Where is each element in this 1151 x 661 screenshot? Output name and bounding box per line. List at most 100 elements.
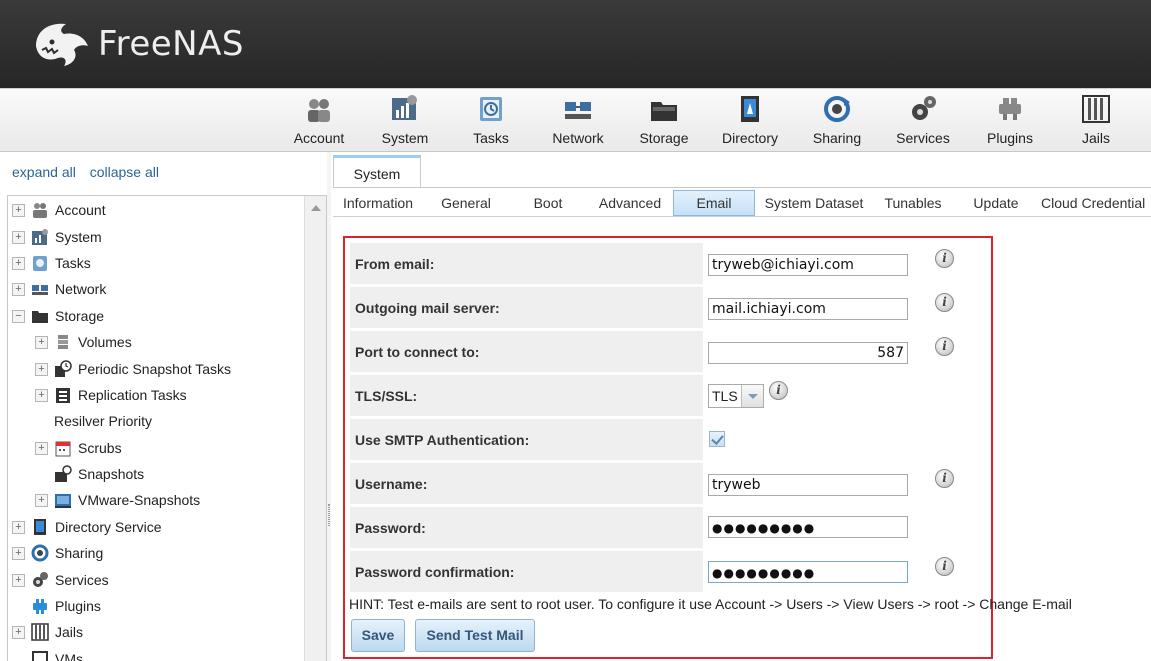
expand-toggle[interactable]: + (35, 493, 48, 507)
tls-label: TLS/SSL: (355, 388, 418, 404)
save-button[interactable]: Save (351, 619, 405, 652)
send-test-mail-button[interactable]: Send Test Mail (415, 619, 535, 652)
toolbar-label: Storage (639, 130, 689, 146)
mail-server-field[interactable]: mail.ichiayi.com (708, 298, 908, 320)
sharing-icon (31, 544, 49, 562)
tree-item-system[interactable]: + System (12, 226, 102, 248)
toolbar-label: Directory (721, 130, 778, 146)
toolbar-system[interactable]: System (362, 94, 448, 146)
collapse-all-link[interactable]: collapse all (90, 164, 159, 180)
expand-toggle[interactable]: + (12, 573, 25, 587)
tls-select[interactable]: TLS (708, 384, 764, 408)
toolbar-plugins[interactable]: Plugins (967, 94, 1053, 146)
username-field[interactable]: tryweb (708, 474, 908, 496)
replication-icon (56, 388, 70, 403)
port-field[interactable]: 587 (708, 342, 908, 364)
tree-item-directory-service[interactable]: + Directory Service (12, 516, 162, 538)
tree-item-plugins[interactable]: Plugins (12, 595, 101, 617)
services-icon (912, 96, 936, 120)
toolbar-tasks[interactable]: Tasks (448, 94, 534, 146)
header-bar: FreeNAS (0, 0, 1151, 88)
toolbar-label: Account (293, 130, 345, 146)
vms-icon (32, 651, 48, 661)
network-icon (565, 102, 591, 119)
volumes-icon (58, 335, 68, 349)
snapshots-icon (55, 465, 72, 482)
smtp-auth-checkbox[interactable] (709, 431, 725, 447)
tasks-icon (33, 256, 47, 271)
tree-item-label: Resilver Priority (54, 413, 153, 429)
expand-toggle[interactable]: + (12, 282, 25, 296)
tab-system[interactable]: System (333, 155, 421, 188)
subtab-cloud-credential[interactable]: Cloud Credential (1041, 190, 1151, 216)
scroll-up-icon[interactable] (311, 205, 321, 211)
toolbar-label: Jails (1081, 130, 1110, 146)
toolbar-directory[interactable]: Directory (707, 94, 793, 146)
password-confirm-field[interactable]: ●●●●●●●●● (708, 561, 908, 583)
password-label: Password: (355, 520, 426, 536)
collapse-toggle[interactable]: − (12, 309, 25, 323)
expand-all-link[interactable]: expand all (12, 164, 76, 180)
tls-selected-value: TLS (712, 388, 738, 404)
info-icon[interactable]: i (935, 249, 954, 268)
info-icon[interactable]: i (769, 381, 788, 400)
chevron-down-icon[interactable] (741, 385, 763, 407)
expand-toggle[interactable]: + (12, 520, 25, 534)
subtab-system-dataset[interactable]: System Dataset (759, 190, 869, 216)
tree-item-label: Scrubs (78, 440, 122, 456)
subtab-information[interactable]: Information (337, 190, 419, 216)
tree-item-label: Account (55, 202, 106, 218)
expand-toggle[interactable]: + (12, 256, 25, 270)
username-label: Username: (355, 476, 428, 492)
tree-item-sharing[interactable]: + Sharing (12, 542, 103, 564)
toolbar-label: Plugins (987, 130, 1033, 146)
tree-item-replication-tasks[interactable]: + Replication Tasks (35, 384, 187, 406)
tree-item-label: Replication Tasks (78, 387, 187, 403)
tree-item-vmware-snapshots[interactable]: + VMware-Snapshots (35, 489, 200, 511)
expand-toggle[interactable]: + (35, 335, 48, 349)
tree-item-vms[interactable]: VMs (12, 648, 83, 661)
tree-item-jails[interactable]: + Jails (12, 621, 83, 643)
toolbar-services[interactable]: Services (880, 94, 966, 146)
expand-toggle[interactable]: + (35, 362, 48, 376)
tree-item-resilver-priority[interactable]: Resilver Priority (35, 410, 152, 432)
expand-toggle[interactable]: + (12, 230, 25, 244)
info-icon[interactable]: i (935, 293, 954, 312)
tree-item-network[interactable]: + Network (12, 278, 106, 300)
tree-item-volumes[interactable]: + Volumes (35, 331, 132, 353)
toolbar-jails[interactable]: Jails (1053, 94, 1139, 146)
tree-item-storage[interactable]: − Storage (12, 305, 104, 327)
subtab-tunables[interactable]: Tunables (881, 190, 945, 216)
subtab-boot[interactable]: Boot (523, 190, 573, 216)
toolbar-storage[interactable]: Storage (621, 94, 707, 146)
toolbar-account[interactable]: Account (276, 94, 362, 146)
info-icon[interactable]: i (935, 557, 954, 576)
toolbar-sharing[interactable]: Sharing (794, 94, 880, 146)
from-email-field[interactable]: tryweb@ichiayi.com (708, 254, 908, 276)
expand-toggle[interactable]: + (35, 388, 48, 402)
subtab-update[interactable]: Update (967, 190, 1025, 216)
subtab-email[interactable]: Email (673, 190, 755, 216)
splitter-grip-icon[interactable] (328, 504, 330, 526)
tree-scrollbar[interactable] (304, 196, 326, 661)
tree-item-services[interactable]: + Services (12, 569, 109, 591)
password-field[interactable]: ●●●●●●●●● (708, 516, 908, 538)
info-icon[interactable]: i (935, 337, 954, 356)
toolbar-network[interactable]: Network (535, 94, 621, 146)
tree-item-account[interactable]: + Account (12, 199, 106, 221)
expand-toggle[interactable]: + (12, 203, 25, 217)
expand-toggle[interactable]: + (12, 546, 25, 560)
tree-item-tasks[interactable]: + Tasks (12, 252, 91, 274)
tree-item-snapshots[interactable]: Snapshots (35, 463, 144, 485)
tree-item-periodic-snapshot-tasks[interactable]: + Periodic Snapshot Tasks (35, 358, 231, 380)
expand-toggle[interactable]: + (35, 441, 48, 455)
pane-splitter[interactable] (327, 152, 331, 661)
tree-item-label: System (55, 229, 102, 245)
info-icon[interactable]: i (935, 469, 954, 488)
tree-item-scrubs[interactable]: + Scrubs (35, 437, 122, 459)
expand-toggle[interactable]: + (12, 625, 25, 639)
subtab-advanced[interactable]: Advanced (595, 190, 665, 216)
subtab-general[interactable]: General (433, 190, 499, 216)
